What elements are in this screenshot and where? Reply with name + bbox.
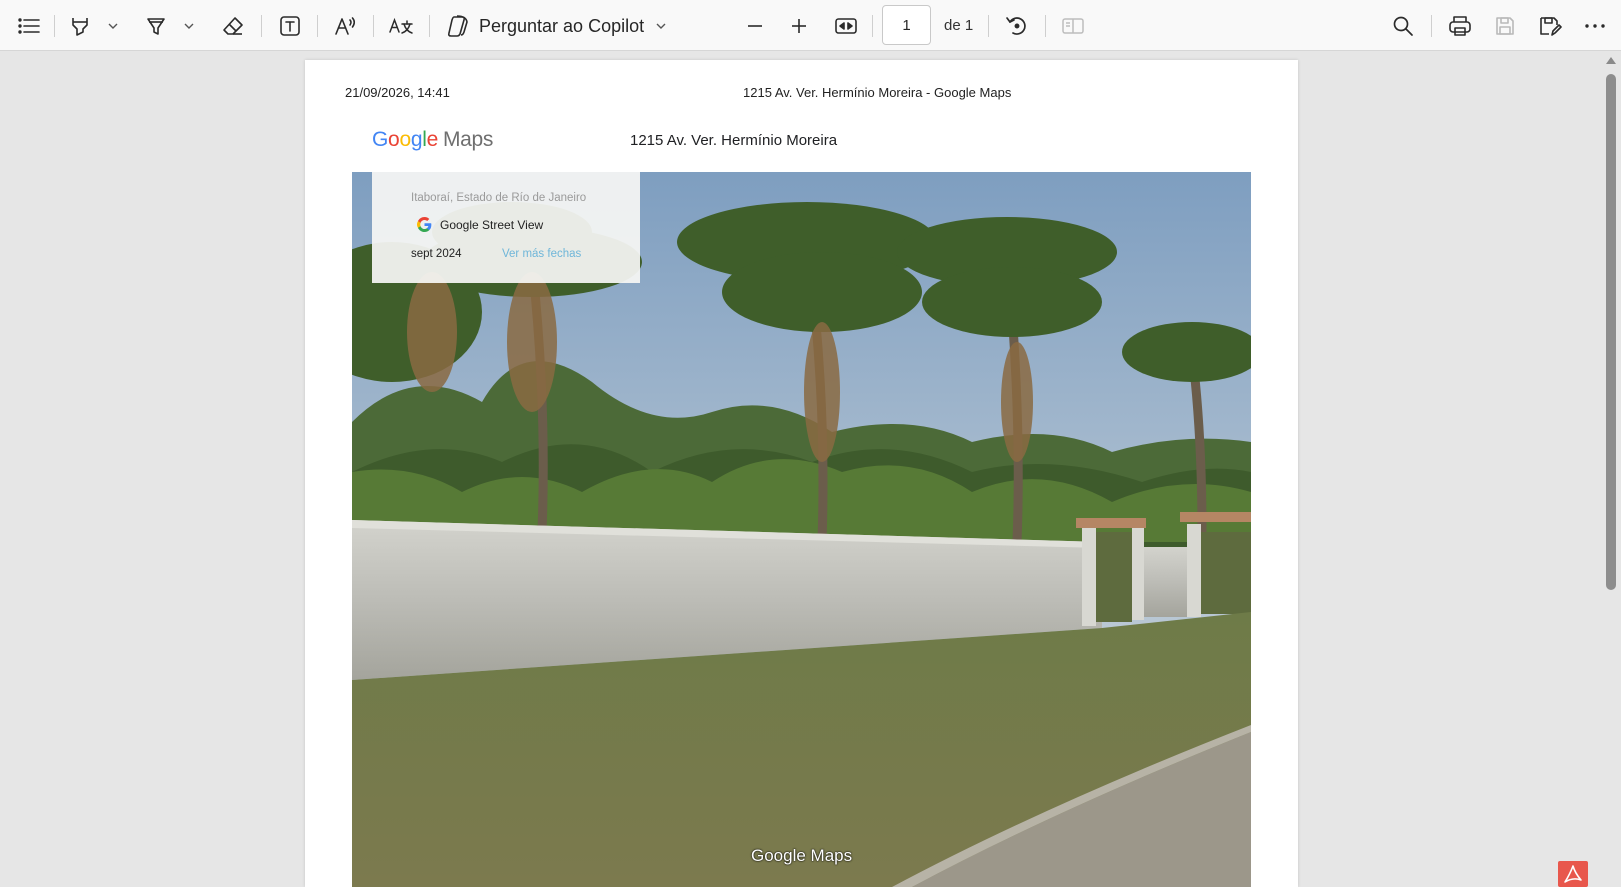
print-button[interactable] [1444,10,1476,42]
read-aloud-icon[interactable] [331,10,361,42]
ask-copilot-button[interactable]: Perguntar ao Copilot [445,10,675,42]
zoom-in-icon [792,19,806,33]
location-label: Itaboraí, Estado de Río de Janeiro [411,192,587,204]
zoom-out-icon [748,25,762,27]
capture-date: sept 2024 [411,248,462,260]
pdf-page: 21/09/2026, 14:41 1215 Av. Ver. Hermínio… [305,60,1298,887]
acrobat-icon [1558,861,1588,887]
logo-letter: g [410,128,423,151]
fit-width-button[interactable] [830,10,862,42]
zoom-in-button[interactable] [785,10,813,42]
toolbar-separator [373,15,374,37]
toolbar-separator [429,15,430,37]
search-icon [1393,16,1413,36]
toolbar-separator [988,15,989,37]
logo-letter: o [399,128,411,151]
street-view-label: Google Street View [440,217,544,232]
more-options-button[interactable] [1580,10,1610,42]
chevron-down-icon[interactable] [180,10,198,42]
toolbar-separator [317,15,318,37]
save-as-button[interactable] [1535,10,1565,42]
erase-icon[interactable] [219,10,247,42]
google-g-icon [417,217,432,232]
page-view-button[interactable] [1058,10,1088,42]
google-maps-watermark: Google Maps [751,846,853,865]
logo-product: Maps [442,128,494,151]
save-icon [1496,17,1514,35]
chevron-down-icon [656,23,666,29]
street-view-info-card: Itaboraí, Estado de Río de Janeiro Googl… [372,172,640,283]
page-number-input[interactable] [882,5,931,45]
print-date: 21/09/2026, 14:41 [345,85,450,100]
page-total: de 1 [944,17,974,34]
rotate-button[interactable] [1002,10,1032,42]
pdf-toolbar: Perguntar ao Copilot de 1 [0,0,1621,51]
rotate-icon [1006,17,1026,35]
more-dates-link[interactable]: Ver más fechas [502,248,581,260]
zoom-out-button[interactable] [741,10,769,42]
toolbar-separator [1045,15,1046,37]
highlight-icon[interactable] [66,10,94,42]
copilot-label: Perguntar ao Copilot [479,15,645,36]
text-box-icon[interactable] [275,10,305,42]
street-view-image: Itaboraí, Estado de Río de Janeiro Googl… [352,172,1251,887]
street-view-service: Google Street View [417,217,543,232]
page-view-icon [1062,18,1084,34]
logo-letter: o [388,128,400,151]
toolbar-separator [1431,15,1432,37]
search-button[interactable] [1388,10,1418,42]
print-icon [1449,16,1471,36]
copilot-icon [447,15,468,37]
address-title: 1215 Av. Ver. Hermínio Moreira [630,132,838,149]
draw-icon[interactable] [142,10,170,42]
toolbar-separator [54,15,55,37]
fit-width-icon [835,18,857,34]
toolbar-separator [872,15,873,37]
google-maps-logo: Google Maps [372,128,493,152]
print-header-title: 1215 Av. Ver. Hermínio Moreira - Google … [743,85,1012,100]
save-as-icon [1540,17,1562,36]
translate-icon[interactable] [385,10,417,42]
scrollbar-thumb[interactable] [1606,74,1616,590]
save-button[interactable] [1490,10,1520,42]
chevron-down-icon[interactable] [104,10,122,42]
contents-icon[interactable] [14,10,44,42]
more-icon [1585,24,1605,28]
toolbar-separator [261,15,262,37]
scroll-up-arrow-icon[interactable] [1606,57,1616,64]
logo-letter: G [372,128,389,151]
logo-letter: e [426,128,439,151]
